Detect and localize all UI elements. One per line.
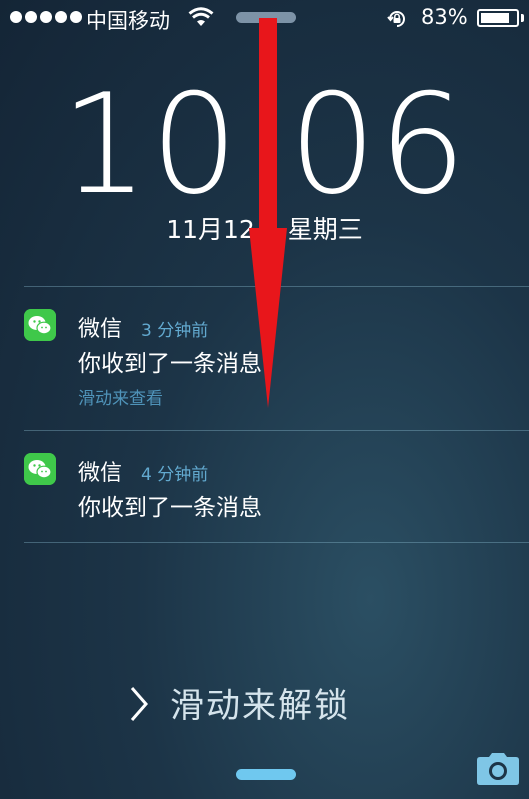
notification-item[interactable]: 微信 4 分钟前 你收到了一条消息 bbox=[0, 431, 529, 542]
bottom-grabber[interactable] bbox=[236, 769, 296, 780]
notification-message: 你收到了一条消息 bbox=[78, 495, 262, 521]
camera-icon[interactable] bbox=[475, 751, 521, 787]
lock-screen: 中国移动 83% 10:06 11月12日 星期三 微信 bbox=[0, 0, 529, 799]
wechat-icon bbox=[24, 453, 56, 485]
chevron-right-icon bbox=[130, 687, 148, 721]
notification-divider bbox=[24, 542, 529, 543]
notification-app-name: 微信 bbox=[78, 461, 123, 486]
swipe-down-arrow bbox=[249, 18, 287, 408]
notification-time: 4 分钟前 bbox=[141, 465, 209, 485]
slide-to-unlock[interactable]: 滑动来解锁 bbox=[170, 678, 350, 727]
